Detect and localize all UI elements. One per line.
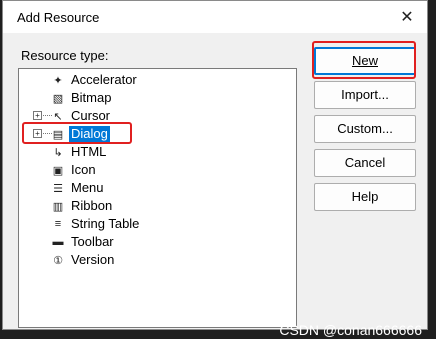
tree-item-ribbon[interactable]: ▥ Ribbon <box>19 197 296 215</box>
tree-item-label: Accelerator <box>71 72 137 87</box>
version-icon: ① <box>53 254 63 267</box>
dialog-item-annotation-box <box>22 122 132 144</box>
title-bar: Add Resource ✕ <box>3 1 427 33</box>
tree-item-version[interactable]: ① Version <box>19 251 296 269</box>
tree-item-label: Menu <box>71 180 104 195</box>
bitmap-icon: ▧ <box>52 92 64 105</box>
menu-icon: ☰ <box>53 182 63 195</box>
tree-item-label: Toolbar <box>71 234 114 249</box>
string-table-icon: ≡ <box>54 218 62 230</box>
tree-item-label: Version <box>71 252 115 267</box>
resource-type-tree[interactable]: ✦ Accelerator ▧ Bitmap + ↖ Cursor + ▤ Dialog ↳ HTML… <box>18 68 297 328</box>
tree-item-menu[interactable]: ☰ Menu <box>19 179 296 197</box>
tree-item-label: Bitmap <box>71 90 112 105</box>
resource-type-label: Resource type: <box>21 48 109 63</box>
custom-button[interactable]: Custom... <box>314 115 416 143</box>
tree-item-label: Ribbon <box>71 198 113 213</box>
help-button-label: Help <box>351 189 379 204</box>
tree-item-label: String Table <box>71 216 140 231</box>
icon-resource-icon: ▣ <box>52 164 64 177</box>
tree-item-accelerator[interactable]: ✦ Accelerator <box>19 71 296 89</box>
tree-item-icon[interactable]: ▣ Icon <box>19 161 296 179</box>
cancel-button-label: Cancel <box>344 155 386 170</box>
expand-icon[interactable]: + <box>33 111 42 120</box>
tree-item-label: HTML <box>71 144 107 159</box>
import-button-label: Import... <box>341 87 389 102</box>
help-button[interactable]: Help <box>314 183 416 211</box>
new-button-annotation-box <box>312 41 416 79</box>
custom-button-label: Custom... <box>337 121 393 136</box>
cursor-icon: ↖ <box>53 110 63 123</box>
close-icon[interactable]: ✕ <box>387 1 427 33</box>
accelerator-icon: ✦ <box>53 74 63 87</box>
dialog-title: Add Resource <box>17 10 100 25</box>
tree-item-label: Icon <box>71 162 96 177</box>
watermark: CSDN @conan666666 <box>279 322 422 338</box>
toolbar-icon: ▬ <box>52 236 64 248</box>
html-icon: ↳ <box>53 146 63 159</box>
import-button[interactable]: Import... <box>314 81 416 109</box>
tree-item-bitmap[interactable]: ▧ Bitmap <box>19 89 296 107</box>
tree-item-html[interactable]: ↳ HTML <box>19 143 296 161</box>
tree-item-toolbar[interactable]: ▬ Toolbar <box>19 233 296 251</box>
cancel-button[interactable]: Cancel <box>314 149 416 177</box>
ribbon-icon: ▥ <box>52 200 64 213</box>
tree-item-string-table[interactable]: ≡ String Table <box>19 215 296 233</box>
